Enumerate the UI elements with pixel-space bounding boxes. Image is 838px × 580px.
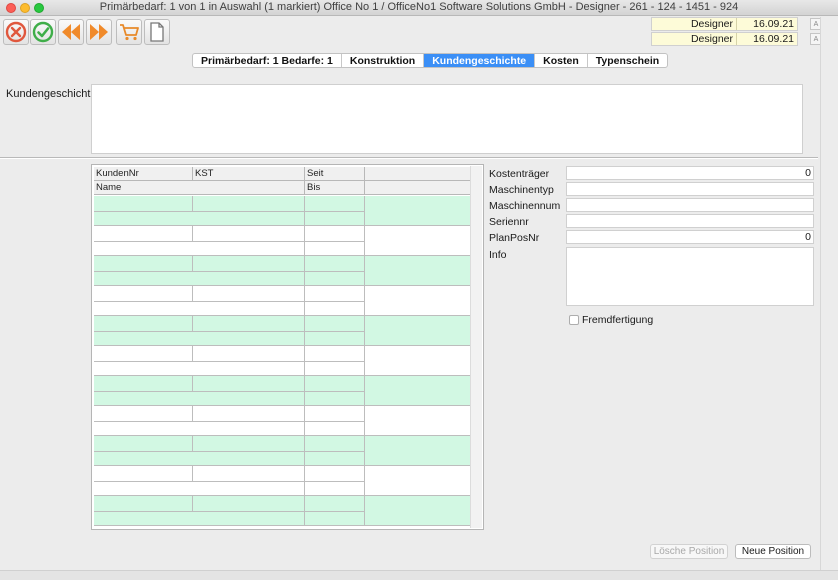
table-row[interactable] <box>94 346 470 376</box>
new-position-button[interactable]: Neue Position <box>735 544 811 559</box>
created-by: Designer <box>652 18 737 30</box>
customer-history-grid[interactable]: KundenNr KST Seit Name Bis <box>91 164 484 530</box>
table-row[interactable] <box>94 256 470 286</box>
maschinennum-label: Maschinennum <box>489 200 561 212</box>
tab-primaerbedarf[interactable]: Primärbedarf: 1 Bedarfe: 1 <box>193 54 342 67</box>
table-row[interactable] <box>94 226 470 256</box>
col-header-seit[interactable]: Seit <box>305 167 365 181</box>
grid-header-row-1: KundenNr KST Seit <box>94 167 470 181</box>
tab-typenschein[interactable]: Typenschein <box>588 54 667 67</box>
tab-bar: Primärbedarf: 1 Bedarfe: 1 Konstruktion … <box>192 53 669 68</box>
tab-konstruktion[interactable]: Konstruktion <box>342 54 425 67</box>
col-header-bis[interactable]: Bis <box>305 181 365 195</box>
table-row[interactable] <box>94 316 470 346</box>
tab-kosten[interactable]: Kosten <box>535 54 588 67</box>
info-record-modified: Designer 16.09.21 <box>651 32 798 46</box>
table-row[interactable] <box>94 436 470 466</box>
kostentraeger-label: Kostenträger <box>489 168 550 180</box>
double-arrow-right-icon <box>90 24 108 40</box>
double-arrow-left-icon <box>62 24 80 40</box>
fremdfertigung-label: Fremdfertigung <box>582 314 654 326</box>
window-right-gutter <box>820 17 838 570</box>
maschinennum-field[interactable] <box>566 198 814 212</box>
table-row[interactable] <box>94 286 470 316</box>
toolbar: Designer 16.09.21 A Designer 16.09.21 A <box>0 17 838 49</box>
table-row[interactable] <box>94 496 470 526</box>
maschinentyp-field[interactable] <box>566 182 814 196</box>
seriennr-label: Seriennr <box>489 216 529 228</box>
divider <box>0 157 818 159</box>
delete-position-button[interactable]: Lösche Position <box>650 544 728 559</box>
title-bar: Primärbedarf: 1 von 1 in Auswahl (1 mark… <box>0 0 838 16</box>
tab-kundengeschichte[interactable]: Kundengeschichte <box>424 54 536 67</box>
table-row[interactable] <box>94 406 470 436</box>
cancel-button[interactable] <box>3 19 29 45</box>
kostentraeger-field[interactable]: 0 <box>566 166 814 180</box>
table-row[interactable] <box>94 196 470 226</box>
modified-by: Designer <box>652 33 737 45</box>
created-date: 16.09.21 <box>753 18 794 30</box>
document-icon <box>150 22 164 42</box>
checkmark-icon <box>32 21 54 43</box>
kundengeschicht-label: Kundengeschicht <box>6 88 91 100</box>
shopping-cart-icon <box>120 24 139 41</box>
grid-scrollbar[interactable] <box>470 166 482 528</box>
grid-header-row-2: Name Bis <box>94 181 470 195</box>
fremdfertigung-checkbox[interactable] <box>569 315 579 325</box>
kundengeschicht-textarea[interactable] <box>91 84 803 154</box>
col-header-kundennr[interactable]: KundenNr <box>94 167 193 181</box>
cart-button[interactable] <box>116 19 142 45</box>
planposnr-label: PlanPosNr <box>489 232 540 244</box>
previous-record-button[interactable] <box>58 19 84 45</box>
col-header-kst[interactable]: KST <box>193 167 305 181</box>
status-bar <box>0 570 838 580</box>
info-record-created: Designer 16.09.21 <box>651 17 798 31</box>
cancel-icon <box>5 21 27 43</box>
info-label: Info <box>489 249 507 261</box>
maschinentyp-label: Maschinentyp <box>489 184 554 196</box>
col-header-name[interactable]: Name <box>94 181 305 195</box>
modified-date: 16.09.21 <box>753 33 794 45</box>
planposnr-field[interactable]: 0 <box>566 230 814 244</box>
document-button[interactable] <box>144 19 170 45</box>
info-textarea[interactable] <box>566 247 814 306</box>
table-row[interactable] <box>94 376 470 406</box>
table-row[interactable] <box>94 466 470 496</box>
next-record-button[interactable] <box>86 19 112 45</box>
window-title: Primärbedarf: 1 von 1 in Auswahl (1 mark… <box>99 1 739 13</box>
seriennr-field[interactable] <box>566 214 814 228</box>
confirm-button[interactable] <box>30 19 56 45</box>
